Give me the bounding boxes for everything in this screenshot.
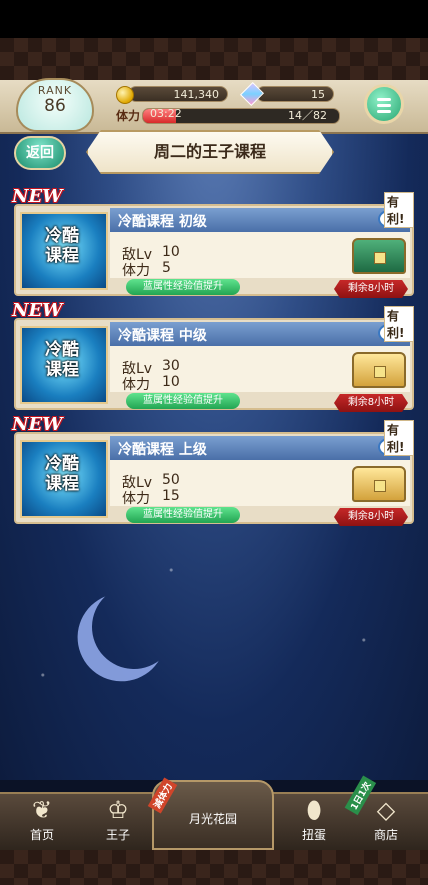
- nav-gacha-label: 扭蛋: [301, 828, 326, 842]
- treasure-chest-icon: [352, 238, 406, 274]
- top-pattern-border: [0, 38, 428, 80]
- stamina-count: 14／82: [288, 109, 327, 122]
- page-title: 周二的王子课程: [86, 130, 334, 174]
- quest-name: 冷酷课程 中级: [118, 328, 207, 344]
- quest-icon-text: 冷酷课程: [45, 340, 79, 380]
- menu-icon-line: [377, 98, 391, 101]
- quest-icon-text: 冷酷课程: [45, 226, 79, 266]
- new-tag: NEW: [12, 300, 63, 321]
- stamina-cost: 体力 10: [122, 374, 180, 394]
- rank-value: 86: [44, 96, 66, 116]
- stamina-label: 体力: [116, 109, 141, 123]
- coin-value: 141,340: [173, 88, 220, 101]
- status-bar-area: [0, 0, 428, 38]
- time-remaining-badge: 剩余8小时: [334, 280, 408, 298]
- treasure-chest-icon: [352, 466, 406, 502]
- heart-icon: ❦: [31, 796, 53, 824]
- nav-home-label: 首页: [29, 828, 54, 842]
- stamina-cost-value: 15: [162, 488, 180, 504]
- stamina-cost-value: 5: [162, 260, 171, 276]
- advantage-tag: 有利!: [384, 306, 414, 342]
- nav-home[interactable]: ❦ 首页: [14, 792, 70, 850]
- nav-gacha[interactable]: ⬮ 扭蛋: [286, 792, 342, 850]
- coin-counter: 141,340: [128, 86, 228, 102]
- advantage-tag: 有利!: [384, 420, 414, 456]
- stamina-cost-label: 体力: [122, 491, 150, 507]
- new-tag: NEW: [12, 186, 63, 207]
- time-remaining-badge: 剩余8小时: [334, 394, 408, 412]
- diamond-icon: ◇: [376, 796, 396, 824]
- quest-card-beginner[interactable]: 冷酷课程 冷酷课程 初级 敌Lv 10 体力 5 蓝属性经验值提升 剩余8小时 …: [12, 186, 414, 304]
- menu-icon-line: [377, 110, 391, 113]
- rank-badge: RANK 86: [16, 78, 94, 132]
- stamina-cost: 体力 5: [122, 260, 171, 280]
- nav-prince[interactable]: ♔ 王子: [90, 792, 146, 850]
- quest-name: 冷酷课程 初级: [118, 214, 207, 230]
- quest-card-intermediate[interactable]: 冷酷课程 冷酷课程 中级 敌Lv 30 体力 10 蓝属性经验值提升 剩余8小时…: [12, 300, 414, 418]
- crown-icon: ♔: [107, 796, 129, 824]
- quest-name: 冷酷课程 上级: [118, 442, 207, 458]
- bonus-badge: 蓝属性经验值提升: [126, 507, 240, 523]
- bottom-pattern-border: [0, 850, 428, 885]
- nav-prince-label: 王子: [105, 828, 130, 842]
- new-tag: NEW: [12, 414, 63, 435]
- stamina-cost: 体力 15: [122, 488, 180, 508]
- enemy-level-value: 10: [162, 244, 180, 260]
- bonus-badge: 蓝属性经验值提升: [126, 393, 240, 409]
- coin-icon: [116, 86, 134, 104]
- gem-value: 15: [311, 88, 325, 101]
- enemy-level-value: 50: [162, 472, 180, 488]
- back-button[interactable]: 返回: [14, 136, 66, 170]
- stamina-cost-label: 体力: [122, 263, 150, 279]
- quest-card-advanced[interactable]: 冷酷课程 冷酷课程 上级 敌Lv 50 体力 15 蓝属性经验值提升 剩余8小时…: [12, 414, 414, 532]
- nav-garden-label: 月光花园: [188, 812, 237, 826]
- quest-icon-text: 冷酷课程: [45, 454, 79, 494]
- menu-button[interactable]: [364, 84, 404, 124]
- nav-shop-label: 商店: [373, 828, 398, 842]
- advantage-tag: 有利!: [384, 192, 414, 228]
- stamina-timer: 03:22: [150, 107, 182, 120]
- bonus-badge: 蓝属性经验值提升: [126, 279, 240, 295]
- treasure-chest-icon: [352, 352, 406, 388]
- enemy-level-value: 30: [162, 358, 180, 374]
- menu-icon-line: [377, 104, 391, 107]
- time-remaining-badge: 剩余8小时: [334, 508, 408, 526]
- stamina-cost-value: 10: [162, 374, 180, 390]
- capsule-icon: ⬮: [306, 796, 322, 824]
- nav-shop[interactable]: ◇ 商店: [358, 792, 414, 850]
- gem-counter: 15: [256, 86, 334, 102]
- stamina-cost-label: 体力: [122, 377, 150, 393]
